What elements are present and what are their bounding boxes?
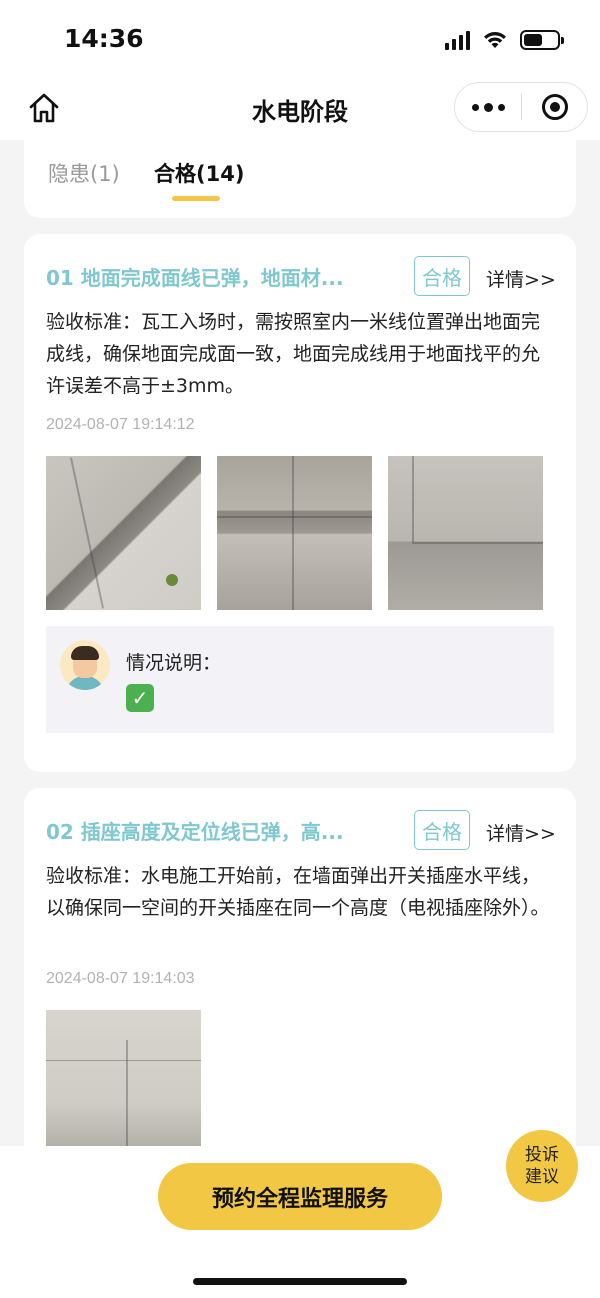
inspection-card: 02 插座高度及定位线已弹，高... 合格 详情>> 验收标准：水电施工开始前，… bbox=[24, 788, 576, 1188]
inspection-photo[interactable] bbox=[388, 456, 543, 610]
more-menu-button[interactable] bbox=[455, 83, 521, 131]
close-miniprogram-button[interactable] bbox=[522, 83, 587, 131]
status-badge: 合格 bbox=[414, 810, 470, 850]
remark-label: 情况说明： bbox=[126, 652, 222, 674]
inspection-photo[interactable] bbox=[46, 456, 201, 610]
tabs-card: 隐患(1) 合格(14) bbox=[24, 140, 576, 218]
wifi-icon bbox=[484, 32, 506, 48]
acceptance-standard: 验收标准：水电施工开始前，在墙面弹出开关插座水平线，以确保同一空间的开关插座在同… bbox=[46, 865, 550, 919]
status-time: 14:36 bbox=[64, 24, 144, 53]
feedback-button[interactable]: 投诉 建议 bbox=[506, 1130, 578, 1202]
status-bar: 14:36 bbox=[0, 0, 600, 78]
inspection-photo[interactable] bbox=[217, 456, 372, 610]
item-timestamp: 2024-08-07 19:14:12 bbox=[46, 416, 195, 433]
detail-link[interactable]: 详情>> bbox=[486, 819, 556, 846]
item-timestamp: 2024-08-07 19:14:03 bbox=[46, 970, 195, 987]
detail-link[interactable]: 详情>> bbox=[486, 265, 556, 292]
status-badge: 合格 bbox=[414, 256, 470, 296]
status-icons bbox=[445, 28, 564, 52]
item-title: 02 插座高度及定位线已弹，高... bbox=[46, 820, 344, 844]
battery-icon bbox=[520, 30, 564, 50]
nav-bar: 水电阶段 bbox=[0, 78, 600, 140]
home-indicator bbox=[193, 1278, 407, 1285]
inspection-card: 01 地面完成面线已弹，地面材... 合格 详情>> 验收标准：瓦工入场时，需按… bbox=[24, 234, 576, 772]
inspection-photo[interactable] bbox=[46, 1010, 201, 1164]
photo-gallery bbox=[46, 456, 543, 610]
miniprogram-capsule bbox=[454, 82, 588, 132]
book-supervision-button[interactable]: 预约全程监理服务 bbox=[158, 1163, 442, 1230]
target-icon bbox=[541, 94, 568, 120]
tab-hazard[interactable]: 隐患(1) bbox=[48, 158, 120, 188]
avatar bbox=[60, 640, 110, 690]
acceptance-standard: 验收标准：瓦工入场时，需按照室内一米线位置弹出地面完成线，确保地面完成面一致，地… bbox=[46, 311, 541, 397]
active-tab-indicator bbox=[172, 196, 220, 201]
cellular-signal-icon bbox=[445, 30, 470, 50]
check-mark-icon: ✓ bbox=[126, 684, 154, 712]
tab-pass[interactable]: 合格(14) bbox=[154, 158, 244, 188]
remark-box: 情况说明： ✓ bbox=[46, 626, 554, 733]
feedback-label-line2: 建议 bbox=[525, 1167, 559, 1187]
item-title: 01 地面完成面线已弹，地面材... bbox=[46, 266, 344, 290]
photo-gallery bbox=[46, 1010, 201, 1164]
feedback-label-line1: 投诉 bbox=[525, 1145, 559, 1165]
